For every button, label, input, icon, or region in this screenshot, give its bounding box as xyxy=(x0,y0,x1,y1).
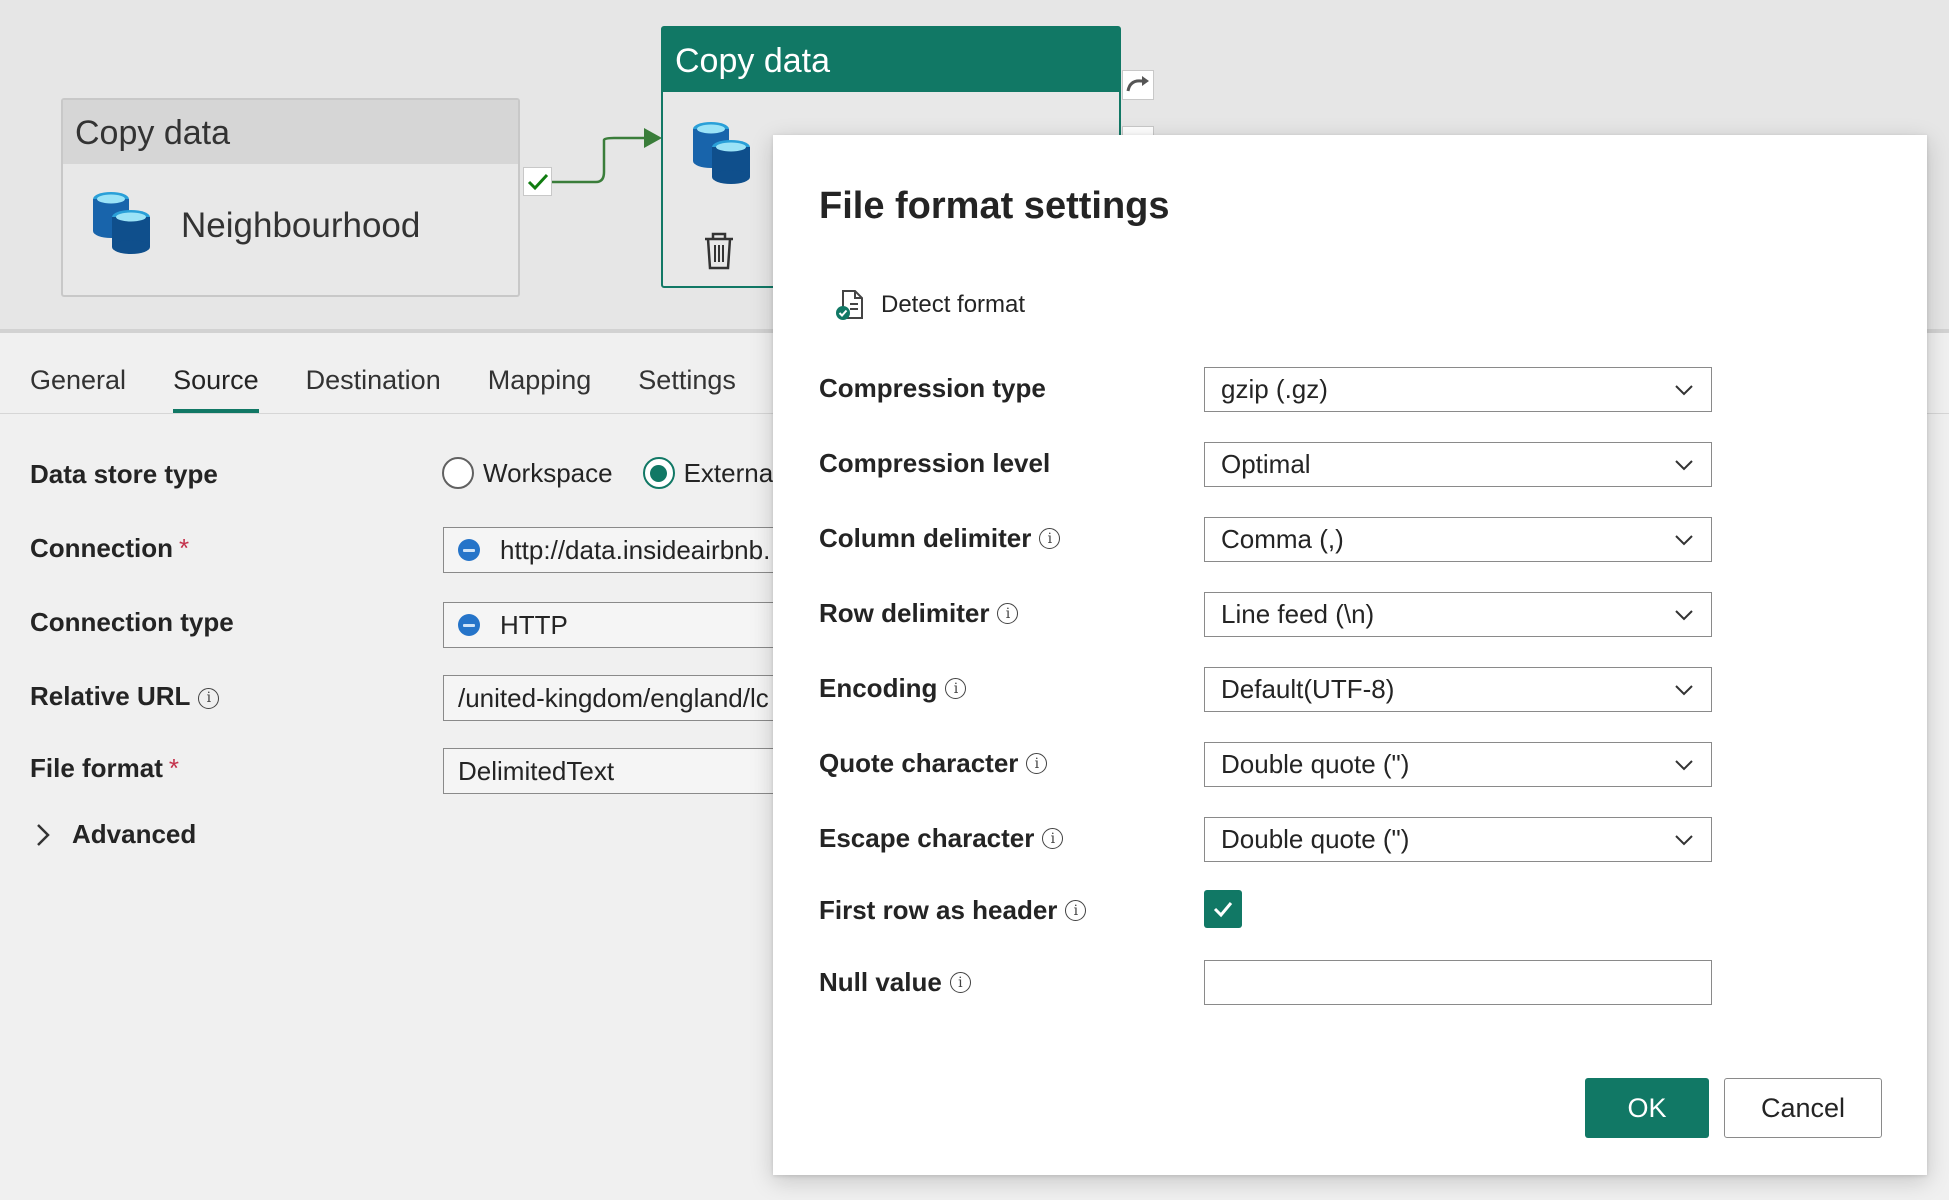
tab-mapping[interactable]: Mapping xyxy=(488,337,592,413)
connection-type-value: HTTP xyxy=(500,609,568,640)
info-icon[interactable]: i xyxy=(949,972,971,993)
on-success-connector-handle[interactable] xyxy=(523,167,552,196)
http-icon xyxy=(458,614,480,636)
info-icon[interactable]: i xyxy=(1065,900,1087,921)
copy-data-icon xyxy=(91,190,153,261)
tab-source[interactable]: Source xyxy=(173,337,259,413)
checkmark-icon xyxy=(527,173,548,190)
tab-destination[interactable]: Destination xyxy=(306,337,441,413)
tab-settings[interactable]: Settings xyxy=(638,337,736,413)
column-delimiter-label: Column delimiter i xyxy=(819,523,1061,554)
ok-button[interactable]: OK xyxy=(1585,1078,1709,1138)
info-icon[interactable]: i xyxy=(997,603,1019,624)
file-format-settings-dialog: File format settings Detect format Compr… xyxy=(773,135,1927,1175)
tab-general[interactable]: General xyxy=(30,337,126,413)
redo-icon[interactable] xyxy=(1122,70,1154,100)
radio-workspace[interactable] xyxy=(442,457,474,489)
compression-level-label: Compression level xyxy=(819,448,1051,478)
copy-data-icon xyxy=(691,122,753,190)
radio-external-label[interactable]: External xyxy=(684,458,779,489)
info-icon[interactable]: i xyxy=(198,687,220,709)
file-format-value: DelimitedText xyxy=(458,755,615,786)
dialog-title: File format settings xyxy=(819,185,1170,227)
cancel-button[interactable]: Cancel xyxy=(1724,1078,1882,1138)
relative-url-value: /united-kingdom/england/lc xyxy=(458,682,769,713)
detect-format-label: Detect format xyxy=(881,291,1026,318)
activity-title: Copy data xyxy=(663,28,1119,92)
data-store-type-label: Data store type xyxy=(30,459,218,489)
quote-character-select[interactable]: Double quote (") xyxy=(1204,742,1712,787)
select-value: Double quote (") xyxy=(1221,824,1410,854)
copy-data-activity-neighbourhood[interactable]: Copy data Neighbourhood xyxy=(61,98,520,297)
select-value: Line feed (\n) xyxy=(1221,599,1375,629)
info-icon[interactable]: i xyxy=(1026,753,1048,774)
select-value: Comma (,) xyxy=(1221,524,1344,554)
file-format-label: File format * xyxy=(30,753,180,783)
column-delimiter-select[interactable]: Comma (,) xyxy=(1204,517,1712,562)
chevron-down-icon xyxy=(1675,460,1693,471)
escape-character-select[interactable]: Double quote (") xyxy=(1204,817,1712,862)
info-icon[interactable]: i xyxy=(1039,528,1061,549)
relative-url-label: Relative URL i xyxy=(30,681,220,712)
detect-format-button[interactable]: Detect format xyxy=(835,289,1025,321)
first-row-header-checkbox[interactable] xyxy=(1204,890,1242,928)
select-value: Double quote (") xyxy=(1221,749,1410,779)
null-value-label: Null value i xyxy=(819,967,971,998)
chevron-right-icon xyxy=(37,823,50,846)
connection-value: http://data.insideairbnb. xyxy=(500,534,771,565)
connection-label: Connection * xyxy=(30,533,190,563)
connection-type-label: Connection type xyxy=(30,607,234,637)
select-value: Optimal xyxy=(1221,449,1311,479)
compression-type-label: Compression type xyxy=(819,373,1046,403)
select-value: gzip (.gz) xyxy=(1221,374,1328,404)
activity-name: Neighbourhood xyxy=(181,205,421,245)
row-delimiter-select[interactable]: Line feed (\n) xyxy=(1204,592,1712,637)
advanced-expander[interactable]: Advanced xyxy=(34,819,196,850)
chevron-down-icon xyxy=(1675,835,1693,846)
info-icon[interactable]: i xyxy=(945,678,967,699)
first-row-header-label: First row as header i xyxy=(819,895,1087,926)
delete-icon[interactable] xyxy=(701,231,737,276)
info-icon[interactable]: i xyxy=(1042,828,1064,849)
row-delimiter-label: Row delimiter i xyxy=(819,598,1019,629)
encoding-label: Encoding i xyxy=(819,673,967,704)
compression-type-select[interactable]: gzip (.gz) xyxy=(1204,367,1712,412)
select-value: Default(UTF-8) xyxy=(1221,674,1395,704)
chevron-down-icon xyxy=(1675,610,1693,621)
chevron-down-icon xyxy=(1675,385,1693,396)
required-indicator: * xyxy=(168,753,180,783)
quote-character-label: Quote character i xyxy=(819,748,1048,779)
activity-title: Copy data xyxy=(63,100,518,164)
connector-arrow xyxy=(552,128,662,184)
required-indicator: * xyxy=(179,533,190,563)
encoding-select[interactable]: Default(UTF-8) xyxy=(1204,667,1712,712)
chevron-down-icon xyxy=(1675,535,1693,546)
chevron-down-icon xyxy=(1675,760,1693,771)
escape-character-label: Escape character i xyxy=(819,823,1064,854)
radio-workspace-label[interactable]: Workspace xyxy=(483,458,613,489)
chevron-down-icon xyxy=(1675,685,1693,696)
advanced-label: Advanced xyxy=(72,819,197,849)
null-value-input[interactable] xyxy=(1204,960,1712,1005)
compression-level-select[interactable]: Optimal xyxy=(1204,442,1712,487)
detect-format-icon xyxy=(836,290,863,320)
data-store-type-radio-group: Workspace External xyxy=(442,457,779,489)
rest-connection-icon xyxy=(458,539,480,561)
radio-external[interactable] xyxy=(642,457,675,489)
checkmark-icon xyxy=(1213,902,1233,918)
